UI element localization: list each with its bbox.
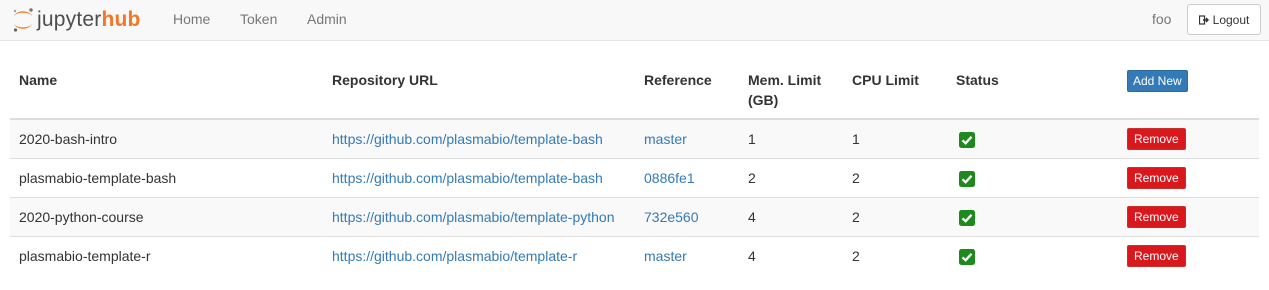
header-reference: Reference xyxy=(635,62,739,120)
sign-out-icon xyxy=(1198,14,1209,25)
cell-mem: 4 xyxy=(739,235,843,275)
nav-link-token[interactable]: Token xyxy=(240,11,277,27)
cell-reference: master xyxy=(635,235,739,275)
table-row: 2020-bash-intro https://github.com/plasm… xyxy=(10,118,1259,158)
repository-link[interactable]: https://github.com/plasmabio/template-py… xyxy=(332,209,615,225)
header-repository-url: Repository URL xyxy=(323,62,635,120)
nav-link-home[interactable]: Home xyxy=(173,11,210,27)
cell-status xyxy=(947,235,1118,275)
cell-name: 2020-bash-intro xyxy=(10,118,323,158)
user-name: foo xyxy=(1152,11,1172,27)
cell-url: https://github.com/plasmabio/template-py… xyxy=(323,196,635,236)
cell-cpu: 2 xyxy=(843,157,947,197)
jupyter-logo-icon xyxy=(11,6,35,34)
header-name: Name xyxy=(10,62,323,120)
remove-button[interactable]: Remove xyxy=(1127,244,1186,267)
check-square-icon xyxy=(959,249,975,266)
navbar: jupyterhub Home Token Admin foo Logout xyxy=(0,0,1269,41)
cell-actions: Remove xyxy=(1118,196,1259,236)
header-actions: Add New xyxy=(1118,62,1259,120)
cell-reference: 732e560 xyxy=(635,196,739,236)
check-square-icon xyxy=(959,170,975,187)
cell-status xyxy=(947,118,1118,158)
cell-name: plasmabio-template-bash xyxy=(10,157,323,197)
header-mem-limit: Mem. Limit (GB) xyxy=(739,62,843,120)
repository-link[interactable]: https://github.com/plasmabio/template-ba… xyxy=(332,170,603,186)
remove-button[interactable]: Remove xyxy=(1127,127,1186,150)
cell-actions: Remove xyxy=(1118,235,1259,275)
header-mem-line2: (GB) xyxy=(748,92,779,108)
logout-button[interactable]: Logout xyxy=(1187,4,1261,35)
add-new-button[interactable]: Add New xyxy=(1127,70,1188,92)
repository-link[interactable]: https://github.com/plasmabio/template-r xyxy=(332,248,577,264)
jupyterhub-logo[interactable]: jupyterhub xyxy=(11,5,141,35)
cell-status xyxy=(947,157,1118,197)
nav-link-admin[interactable]: Admin xyxy=(307,11,347,27)
cell-url: https://github.com/plasmabio/template-r xyxy=(323,235,635,275)
cell-name: plasmabio-template-r xyxy=(10,235,323,275)
check-square-icon xyxy=(959,132,975,149)
header-mem-line1: Mem. Limit xyxy=(748,72,822,88)
cell-name: 2020-python-course xyxy=(10,196,323,236)
check-square-icon xyxy=(959,209,975,226)
cell-reference: 0886fe1 xyxy=(635,157,739,197)
reference-link[interactable]: master xyxy=(644,131,687,147)
reference-link[interactable]: 0886fe1 xyxy=(644,170,695,186)
cell-mem: 4 xyxy=(739,196,843,236)
cell-cpu: 2 xyxy=(843,235,947,275)
cell-url: https://github.com/plasmabio/template-ba… xyxy=(323,118,635,158)
logout-label: Logout xyxy=(1212,12,1250,27)
cell-actions: Remove xyxy=(1118,157,1259,197)
cell-cpu: 1 xyxy=(843,118,947,158)
table-row: plasmabio-template-r https://github.com/… xyxy=(10,235,1259,275)
logo-text: jupyterhub xyxy=(37,8,141,31)
images-table: Name Repository URL Reference Mem. Limit… xyxy=(10,62,1259,275)
remove-button[interactable]: Remove xyxy=(1127,205,1186,228)
cell-status xyxy=(947,196,1118,236)
remove-button[interactable]: Remove xyxy=(1127,166,1186,189)
table-row: plasmabio-template-bash https://github.c… xyxy=(10,157,1259,197)
table-row: 2020-python-course https://github.com/pl… xyxy=(10,196,1259,236)
cell-mem: 1 xyxy=(739,118,843,158)
cell-mem: 2 xyxy=(739,157,843,197)
cell-actions: Remove xyxy=(1118,118,1259,158)
header-status: Status xyxy=(947,62,1118,120)
cell-reference: master xyxy=(635,118,739,158)
reference-link[interactable]: 732e560 xyxy=(644,209,699,225)
cell-cpu: 2 xyxy=(843,196,947,236)
cell-url: https://github.com/plasmabio/template-ba… xyxy=(323,157,635,197)
header-cpu-limit: CPU Limit xyxy=(843,62,947,120)
reference-link[interactable]: master xyxy=(644,248,687,264)
table-header-row: Name Repository URL Reference Mem. Limit… xyxy=(10,62,1259,120)
repository-link[interactable]: https://github.com/plasmabio/template-ba… xyxy=(332,131,603,147)
